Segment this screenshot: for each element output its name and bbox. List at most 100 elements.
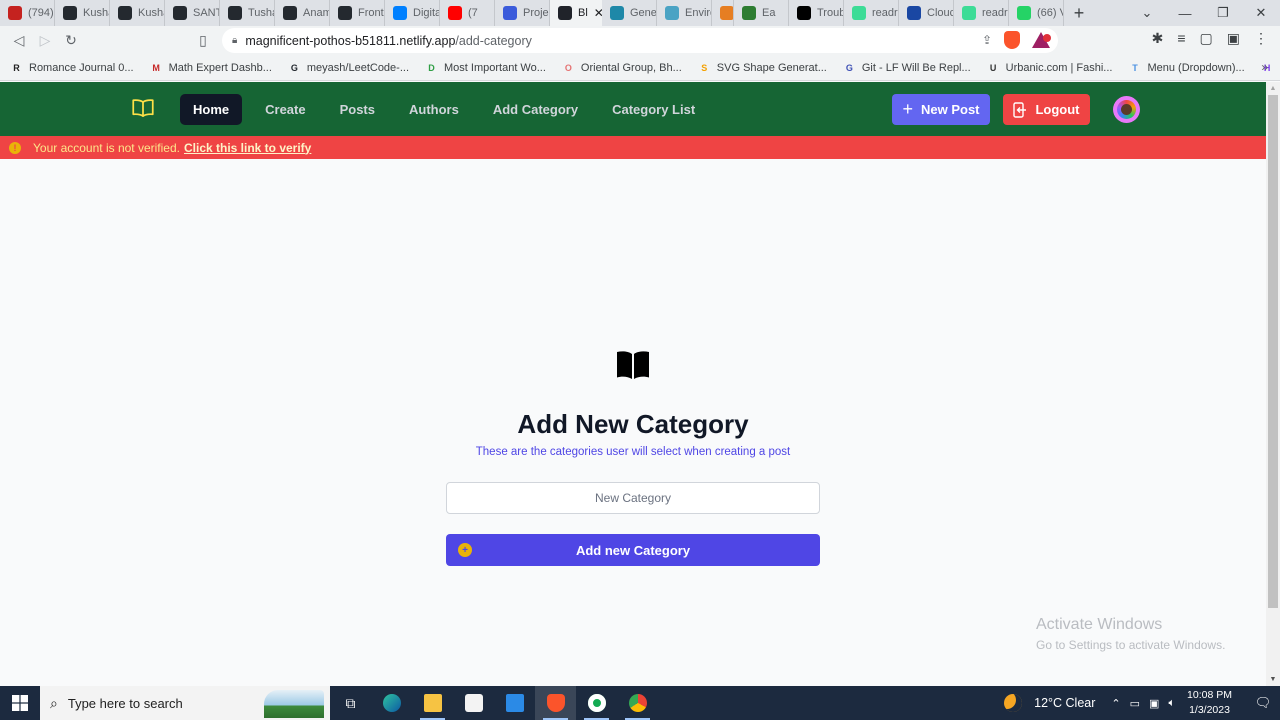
- reading-list-icon[interactable]: ≡: [1177, 30, 1185, 47]
- weather-moon-icon[interactable]: [1004, 694, 1023, 712]
- reload-button[interactable]: ↻: [58, 32, 84, 49]
- back-button[interactable]: ◁: [6, 32, 32, 49]
- meet-now-icon[interactable]: ▣: [1149, 697, 1159, 710]
- maximize-button[interactable]: ❐: [1204, 5, 1242, 21]
- bookmark-item[interactable]: O Oriental Group, Bh...: [562, 61, 682, 74]
- browser-tab[interactable]: readr: [844, 0, 899, 26]
- share-icon[interactable]: ⇪: [982, 33, 992, 47]
- browser-tab[interactable]: Kusha: [110, 0, 165, 26]
- browser-tab[interactable]: (7: [440, 0, 495, 26]
- more-bookmarks-icon[interactable]: »: [1261, 60, 1268, 74]
- browser-tab[interactable]: (794): [0, 0, 55, 26]
- bookmark-item[interactable]: D Most Important Wo...: [425, 61, 546, 74]
- add-category-button[interactable]: + Add new Category: [446, 534, 820, 566]
- logout-button[interactable]: Logout: [1003, 94, 1090, 125]
- extensions-icon[interactable]: ✱: [1152, 30, 1164, 47]
- wallet-icon[interactable]: ▣: [1227, 30, 1240, 47]
- new-tab-button[interactable]: +: [1064, 3, 1094, 24]
- browser-tab[interactable]: Troub: [789, 0, 844, 26]
- new-category-input[interactable]: [446, 482, 820, 514]
- browser-tab[interactable]: Digita: [385, 0, 440, 26]
- brave-rewards-icon[interactable]: [1032, 32, 1051, 48]
- verify-link[interactable]: Click this link to verify: [184, 141, 311, 155]
- browser-tab[interactable]: Bl ✕: [550, 0, 602, 26]
- browser-tab[interactable]: Kusha: [55, 0, 110, 26]
- diamond-icon: [665, 6, 679, 20]
- clock[interactable]: 10:08 PM 1/3/2023: [1187, 688, 1232, 718]
- start-button[interactable]: [0, 686, 40, 720]
- tab-search-icon[interactable]: ⌄: [1128, 5, 1166, 21]
- bookmark-item[interactable]: S SVG Shape Generat...: [698, 61, 827, 74]
- sidebar-icon[interactable]: ▢: [1200, 30, 1213, 47]
- browser-tab[interactable]: Clouc: [899, 0, 954, 26]
- bookmark-favicon-icon: R: [13, 62, 20, 73]
- bookmark-label: Git - LF Will Be Repl...: [861, 61, 971, 74]
- scroll-up-icon[interactable]: ▲: [1266, 82, 1280, 95]
- close-tab-icon[interactable]: ✕: [594, 6, 602, 20]
- page-scrollbar[interactable]: ▲ ▼: [1266, 82, 1280, 686]
- tab-label: Digita: [413, 7, 440, 19]
- browser-tab[interactable]: Enviro: [657, 0, 712, 26]
- windows-taskbar: ⌕ Type here to search ⧉ 12°C Clear ⌃ ▭ ▣…: [0, 686, 1280, 720]
- browser-tab[interactable]: [712, 0, 734, 26]
- browser-tab[interactable]: Gener: [602, 0, 657, 26]
- browser-tab[interactable]: Anam: [275, 0, 330, 26]
- app-navbar: Home Create Posts Authors Add Category Catego…: [0, 82, 1266, 136]
- nav-link-posts[interactable]: Posts: [327, 94, 388, 125]
- scroll-down-icon[interactable]: ▼: [1266, 673, 1280, 686]
- brave-taskbar-icon[interactable]: [535, 686, 576, 720]
- browser-tab[interactable]: Ea: [734, 0, 789, 26]
- bookmark-label: Math Expert Dashb...: [168, 61, 272, 74]
- task-view-icon[interactable]: ⧉: [330, 686, 371, 720]
- weather-text[interactable]: 12°C Clear: [1034, 696, 1095, 710]
- nav-link-create[interactable]: Create: [252, 94, 318, 125]
- bookmark-favicon-icon: O: [564, 62, 572, 73]
- mail-icon[interactable]: [494, 686, 535, 720]
- browser-tab[interactable]: (66) V: [1009, 0, 1064, 26]
- forward-button[interactable]: ▷: [32, 32, 58, 49]
- user-avatar[interactable]: [1113, 96, 1140, 123]
- bookmark-item[interactable]: U Urbanic.com | Fashi...: [987, 61, 1113, 74]
- mongodb-compass-icon[interactable]: [576, 686, 617, 720]
- bookmark-item[interactable]: G Git - LF Will Be Repl...: [843, 61, 971, 74]
- bookmark-item[interactable]: M Math Expert Dashb...: [150, 61, 272, 74]
- file-explorer-icon[interactable]: [412, 686, 453, 720]
- nav-link-home[interactable]: Home: [180, 94, 243, 125]
- brave-shields-icon[interactable]: [1004, 31, 1020, 49]
- browser-tab[interactable]: Projec: [495, 0, 550, 26]
- tab-label: SANT: [193, 7, 220, 19]
- battery-icon[interactable]: ▭: [1130, 697, 1140, 710]
- edge-icon[interactable]: [371, 686, 412, 720]
- digitalocean-icon: [393, 6, 407, 20]
- menu-icon[interactable]: ⋮: [1254, 30, 1268, 47]
- scrollbar-thumb[interactable]: [1268, 95, 1278, 608]
- minimize-button[interactable]: —: [1166, 6, 1204, 21]
- browser-tab[interactable]: SANT: [165, 0, 220, 26]
- browser-tab[interactable]: Tusha: [220, 0, 275, 26]
- new-post-button[interactable]: + New Post: [892, 94, 990, 125]
- microsoft-store-icon[interactable]: [453, 686, 494, 720]
- browser-tab[interactable]: Front: [330, 0, 385, 26]
- nav-link-category-list[interactable]: Category List: [599, 94, 708, 125]
- close-window-button[interactable]: ✕: [1242, 5, 1280, 21]
- book-open-logo-icon[interactable]: [129, 95, 157, 121]
- bookmark-item[interactable]: T Menu (Dropdown)...: [1128, 61, 1244, 74]
- github-icon: [118, 6, 132, 20]
- tab-label: Troub: [817, 7, 844, 19]
- verification-alert: ! Your account is not verified. Click th…: [0, 136, 1266, 159]
- chrome-icon[interactable]: [617, 686, 658, 720]
- show-hidden-icons-icon[interactable]: ⌃: [1111, 697, 1120, 710]
- bookmark-page-icon[interactable]: ▯: [190, 32, 216, 49]
- taskbar-search[interactable]: ⌕ Type here to search: [40, 686, 330, 720]
- bookmark-favicon-icon: U: [989, 62, 997, 73]
- notification-center-icon[interactable]: 🗨︎: [1246, 695, 1280, 711]
- bookmark-item[interactable]: R Romance Journal 0...: [10, 61, 133, 74]
- nav-link-add-category[interactable]: Add Category: [480, 94, 591, 125]
- browser-tab[interactable]: readr: [954, 0, 1009, 26]
- bookmark-label: Urbanic.com | Fashi...: [1005, 61, 1113, 74]
- volume-icon[interactable]: 🔈︎: [1168, 697, 1175, 710]
- bookmark-label: Menu (Dropdown)...: [1147, 61, 1245, 74]
- bookmark-item[interactable]: Gmeyash/LeetCode-...: [288, 61, 409, 74]
- nav-link-authors[interactable]: Authors: [396, 94, 472, 125]
- address-bar[interactable]: 🔒︎ magnificent-pothos-b51811.netlify.app…: [222, 28, 1058, 53]
